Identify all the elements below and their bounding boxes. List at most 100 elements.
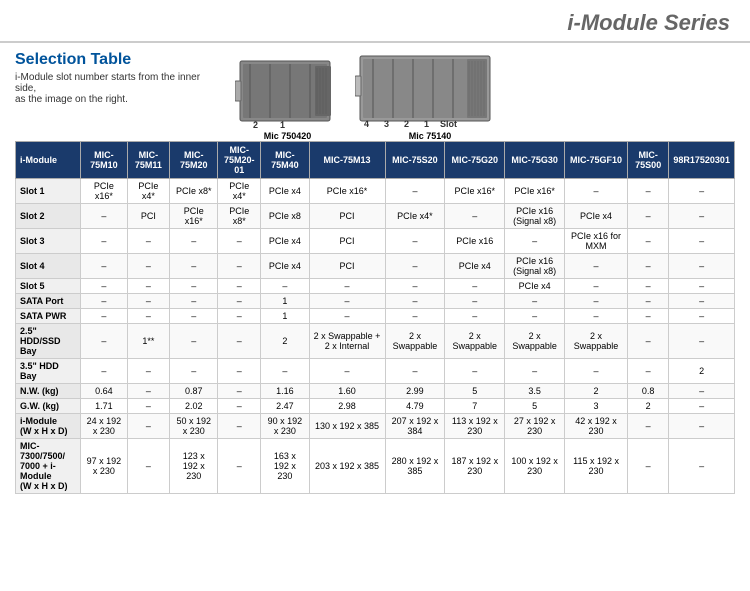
- table-row: Slot 2 – PCI PCIe x16* PCIe x8* PCIe x8 …: [16, 204, 735, 229]
- row-label: G.W. (kg): [16, 399, 81, 414]
- svg-text:2: 2: [404, 119, 409, 129]
- cell: 90 x 192 x 230: [261, 414, 309, 439]
- row-label: Slot 3: [16, 229, 81, 254]
- svg-text:2: 2: [253, 120, 258, 130]
- col-header-75m13: MIC-75M13: [309, 142, 385, 179]
- cell: 0.64: [80, 384, 127, 399]
- cell: 3.5: [505, 384, 565, 399]
- cell: 2 x Swappable: [565, 324, 628, 359]
- cell: –: [669, 254, 735, 279]
- cell: –: [669, 294, 735, 309]
- table-row: 2.5" HDD/SSD Bay – 1** – – 2 2 x Swappab…: [16, 324, 735, 359]
- cell: –: [218, 359, 261, 384]
- cell: –: [628, 204, 669, 229]
- cell: –: [628, 279, 669, 294]
- cell: –: [127, 414, 169, 439]
- col-header-75m10: MIC-75M10: [80, 142, 127, 179]
- cell: 5: [445, 384, 505, 399]
- cell: –: [170, 279, 218, 294]
- cell: –: [261, 359, 309, 384]
- cell: –: [669, 399, 735, 414]
- cell: –: [445, 204, 505, 229]
- cell: 2 x Swappable + 2 x Internal: [309, 324, 385, 359]
- cell: –: [669, 439, 735, 494]
- cell: –: [170, 229, 218, 254]
- cell: PCI: [309, 254, 385, 279]
- cell: –: [669, 279, 735, 294]
- cell: 1: [261, 294, 309, 309]
- cell: –: [80, 294, 127, 309]
- cell: –: [309, 309, 385, 324]
- cell: –: [385, 279, 445, 294]
- row-label: 2.5" HDD/SSD Bay: [16, 324, 81, 359]
- cell: –: [565, 179, 628, 204]
- table-row: G.W. (kg) 1.71 – 2.02 – 2.47 2.98 4.79 7…: [16, 399, 735, 414]
- cell: 0.87: [170, 384, 218, 399]
- cell: –: [170, 254, 218, 279]
- cell: 1.71: [80, 399, 127, 414]
- cell: –: [669, 179, 735, 204]
- cell: –: [80, 254, 127, 279]
- cell: 187 x 192 x 230: [445, 439, 505, 494]
- cell: –: [218, 309, 261, 324]
- cell: –: [385, 229, 445, 254]
- cell: –: [127, 439, 169, 494]
- cell: –: [80, 359, 127, 384]
- cell: PCIe x16(Signal x8): [505, 204, 565, 229]
- cell: 123 x 192 x 230: [170, 439, 218, 494]
- table-row: Slot 4 – – – – PCIe x4 PCI – PCIe x4 PCI…: [16, 254, 735, 279]
- col-header-75m11: MIC-75M11: [127, 142, 169, 179]
- cell: PCIe x16*: [170, 204, 218, 229]
- cell: –: [385, 179, 445, 204]
- cell: –: [505, 294, 565, 309]
- cell: 4.79: [385, 399, 445, 414]
- cell: 2: [261, 324, 309, 359]
- cell: –: [505, 229, 565, 254]
- cell: –: [127, 359, 169, 384]
- svg-text:1: 1: [424, 119, 429, 129]
- cell: –: [669, 384, 735, 399]
- cell: –: [218, 324, 261, 359]
- cell: –: [385, 254, 445, 279]
- cell: –: [80, 324, 127, 359]
- cell: –: [385, 359, 445, 384]
- svg-text:4: 4: [364, 119, 369, 129]
- row-label: MIC-7300/7500/7000 + i-Module(W x H x D): [16, 439, 81, 494]
- cell: 27 x 192 x 230: [505, 414, 565, 439]
- cell: –: [127, 384, 169, 399]
- cell: 2: [628, 399, 669, 414]
- cell: –: [669, 229, 735, 254]
- cell: 50 x 192 x 230: [170, 414, 218, 439]
- cell: –: [80, 309, 127, 324]
- cell: –: [127, 399, 169, 414]
- device-images: 2 1 Mic 750420: [235, 51, 735, 141]
- svg-text:3: 3: [384, 119, 389, 129]
- cell: PCIe x16*: [445, 179, 505, 204]
- cell: PCIe x4: [261, 254, 309, 279]
- cell: –: [385, 294, 445, 309]
- cell: PCIe x4: [505, 279, 565, 294]
- col-header-75s00: MIC-75S00: [628, 142, 669, 179]
- device2-svg: 4 3 2 1 Slot: [355, 51, 505, 131]
- cell: 113 x 192 x 230: [445, 414, 505, 439]
- selection-table: i-Module MIC-75M10 MIC-75M11 MIC-75M20 M…: [15, 141, 735, 494]
- cell: 0.8: [628, 384, 669, 399]
- cell: –: [127, 309, 169, 324]
- col-header-imodule: i-Module: [16, 142, 81, 179]
- row-label: N.W. (kg): [16, 384, 81, 399]
- cell: PCIe x16*: [505, 179, 565, 204]
- cell: PCIe x16*: [309, 179, 385, 204]
- row-label: SATA PWR: [16, 309, 81, 324]
- table-row: i-Module(W x H x D) 24 x 192 x 230 – 50 …: [16, 414, 735, 439]
- cell: 203 x 192 x 385: [309, 439, 385, 494]
- cell: PCIe x16: [445, 229, 505, 254]
- svg-text:Slot: Slot: [440, 119, 457, 129]
- cell: 42 x 192 x 230: [565, 414, 628, 439]
- cell: –: [127, 294, 169, 309]
- col-header-75s20: MIC-75S20: [385, 142, 445, 179]
- cell: 280 x 192 x 385: [385, 439, 445, 494]
- cell: –: [669, 324, 735, 359]
- cell: –: [127, 229, 169, 254]
- col-header-75m20-01: MIC-75M20-01: [218, 142, 261, 179]
- description-column: Selection Table i-Module slot number sta…: [15, 51, 215, 113]
